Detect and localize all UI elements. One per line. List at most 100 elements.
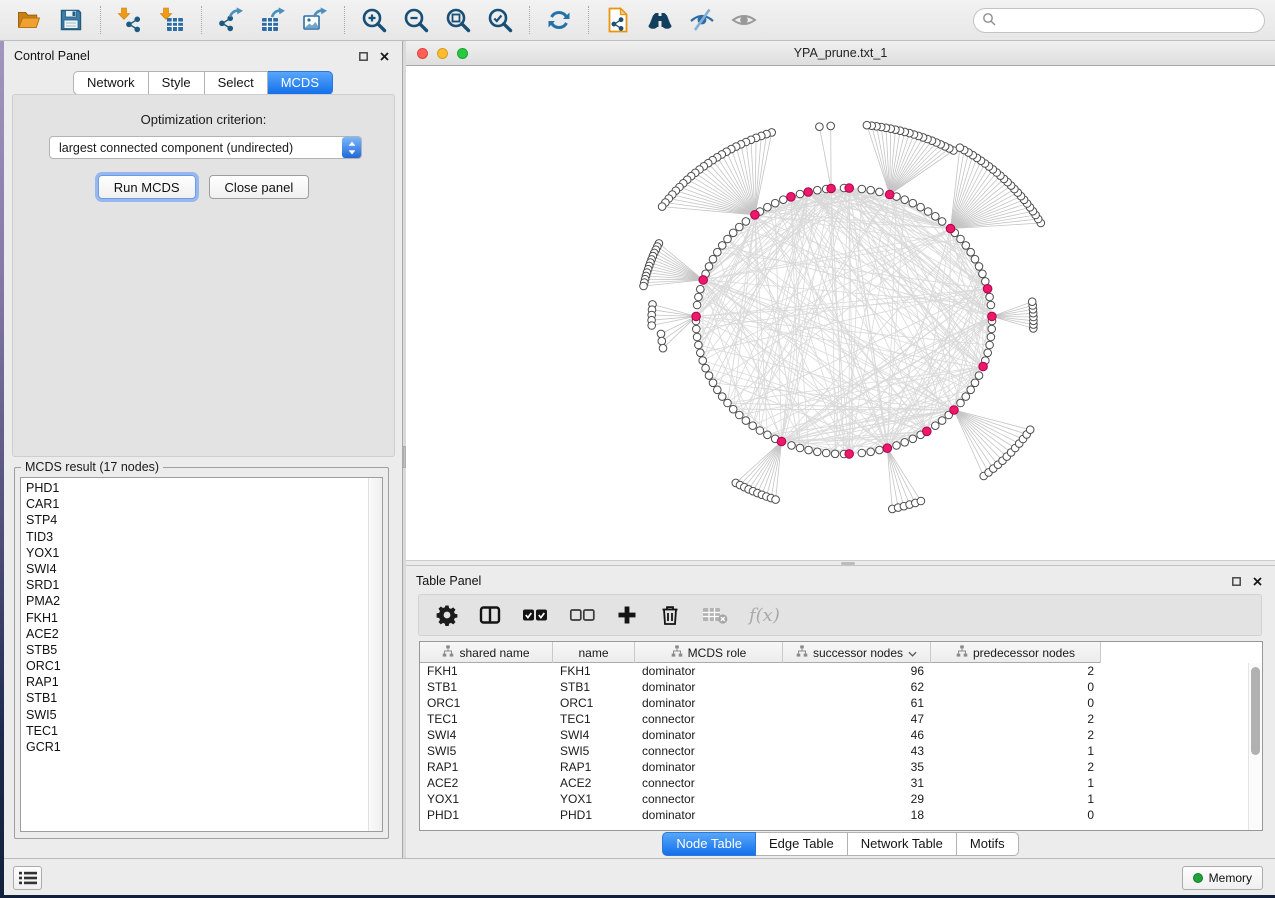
search-input[interactable] — [1002, 14, 1264, 28]
cell-shared_name[interactable]: TEC1 — [420, 711, 553, 727]
cell-predecessors[interactable]: 1 — [931, 775, 1101, 791]
cell-shared_name[interactable]: ACE2 — [420, 775, 553, 791]
cell-predecessors[interactable]: 1 — [931, 791, 1101, 807]
cell-predecessors[interactable]: 0 — [931, 695, 1101, 711]
cell-name[interactable]: FKH1 — [553, 663, 635, 679]
cell-role[interactable]: dominator — [635, 679, 783, 695]
memory-button[interactable]: Memory — [1182, 866, 1263, 890]
clear-selection-icon[interactable] — [569, 602, 595, 628]
mcds-result-item[interactable]: GCR1 — [21, 739, 367, 755]
tab-motifs[interactable]: Motifs — [957, 832, 1019, 856]
mcds-result-item[interactable]: SWI4 — [21, 561, 367, 577]
tab-mcds[interactable]: MCDS — [268, 71, 333, 95]
network-graph[interactable] — [406, 66, 1275, 560]
cell-role[interactable]: dominator — [635, 695, 783, 711]
network-canvas[interactable] — [406, 66, 1275, 560]
cell-name[interactable]: SWI4 — [553, 727, 635, 743]
mcds-result-item[interactable]: PMA2 — [21, 593, 367, 609]
cell-role[interactable]: connector — [635, 775, 783, 791]
task-history-button[interactable] — [13, 866, 42, 890]
mcds-result-item[interactable]: STB1 — [21, 690, 367, 706]
import-network-icon[interactable] — [115, 5, 145, 35]
horizontal-splitter-handle[interactable] — [841, 562, 855, 565]
cell-shared_name[interactable]: FKH1 — [420, 663, 553, 679]
cell-role[interactable]: connector — [635, 711, 783, 727]
cell-name[interactable]: ACE2 — [553, 775, 635, 791]
tab-style[interactable]: Style — [149, 71, 205, 95]
cell-predecessors[interactable]: 1 — [931, 743, 1101, 759]
export-network-icon[interactable] — [216, 5, 246, 35]
table-row[interactable]: ACE2ACE2connector311 — [420, 775, 1248, 791]
table-row[interactable]: FKH1FKH1dominator962 — [420, 663, 1248, 679]
cell-name[interactable]: STB1 — [553, 679, 635, 695]
tab-network[interactable]: Network — [73, 71, 149, 95]
cell-shared_name[interactable]: STB1 — [420, 679, 553, 695]
table-row[interactable]: YOX1YOX1connector291 — [420, 791, 1248, 807]
cell-name[interactable]: YOX1 — [553, 791, 635, 807]
criterion-select[interactable]: largest connected component (undirected) — [49, 136, 362, 159]
clone-network-icon[interactable] — [603, 5, 633, 35]
column-header-shared-name[interactable]: shared name — [420, 642, 553, 663]
mcds-result-item[interactable]: TEC1 — [21, 723, 367, 739]
cell-successors[interactable]: 31 — [783, 775, 931, 791]
cell-name[interactable]: RAP1 — [553, 759, 635, 775]
table-row[interactable]: STB1STB1dominator620 — [420, 679, 1248, 695]
table-close-panel-icon[interactable] — [1253, 575, 1262, 589]
cell-name[interactable]: ORC1 — [553, 695, 635, 711]
refresh-icon[interactable] — [544, 5, 574, 35]
cell-successors[interactable]: 96 — [783, 663, 931, 679]
cell-shared_name[interactable]: SWI5 — [420, 743, 553, 759]
table-float-panel-icon[interactable] — [1232, 575, 1241, 589]
cell-successors[interactable]: 47 — [783, 711, 931, 727]
cell-role[interactable]: dominator — [635, 807, 783, 823]
cell-role[interactable]: connector — [635, 743, 783, 759]
add-icon[interactable] — [616, 602, 638, 628]
cell-predecessors[interactable]: 2 — [931, 711, 1101, 727]
search-network-icon[interactable] — [645, 5, 675, 35]
import-table-icon[interactable] — [157, 5, 187, 35]
column-header-successor-nodes[interactable]: successor nodes — [783, 642, 931, 663]
table-row[interactable]: ORC1ORC1dominator610 — [420, 695, 1248, 711]
cell-successors[interactable]: 35 — [783, 759, 931, 775]
mcds-result-item[interactable]: RAP1 — [21, 674, 367, 690]
run-mcds-button[interactable]: Run MCDS — [98, 175, 196, 199]
float-panel-icon[interactable] — [359, 50, 368, 64]
column-header-predecessor-nodes[interactable]: predecessor nodes — [931, 642, 1101, 663]
table-row[interactable]: RAP1RAP1dominator352 — [420, 759, 1248, 775]
cell-successors[interactable]: 18 — [783, 807, 931, 823]
cell-shared_name[interactable]: RAP1 — [420, 759, 553, 775]
zoom-out-icon[interactable] — [401, 5, 431, 35]
zoom-selected-icon[interactable] — [485, 5, 515, 35]
mcds-result-item[interactable]: PHD1 — [21, 480, 367, 496]
export-table-icon[interactable] — [258, 5, 288, 35]
cell-shared_name[interactable]: ORC1 — [420, 695, 553, 711]
close-panel-button[interactable]: Close panel — [209, 175, 310, 199]
cell-role[interactable]: connector — [635, 791, 783, 807]
search-box[interactable] — [973, 8, 1265, 33]
cell-successors[interactable]: 46 — [783, 727, 931, 743]
mcds-result-item[interactable]: ORC1 — [21, 658, 367, 674]
tab-select[interactable]: Select — [205, 71, 268, 95]
cell-role[interactable]: dominator — [635, 663, 783, 679]
table-row[interactable]: SWI4SWI4dominator462 — [420, 727, 1248, 743]
column-header-name[interactable]: name — [553, 642, 635, 663]
table-row[interactable]: PHD1PHD1dominator180 — [420, 807, 1248, 823]
mcds-result-item[interactable]: CAR1 — [21, 496, 367, 512]
cell-shared_name[interactable]: PHD1 — [420, 807, 553, 823]
cell-shared_name[interactable]: YOX1 — [420, 791, 553, 807]
cell-predecessors[interactable]: 0 — [931, 807, 1101, 823]
zoom-in-icon[interactable] — [359, 5, 389, 35]
export-image-icon[interactable] — [300, 5, 330, 35]
table-scrollbar-thumb[interactable] — [1251, 667, 1260, 755]
mcds-result-item[interactable]: SWI5 — [21, 707, 367, 723]
cell-predecessors[interactable]: 0 — [931, 679, 1101, 695]
tab-edge-table[interactable]: Edge Table — [756, 832, 848, 856]
open-file-icon[interactable] — [14, 5, 44, 35]
toggle-columns-icon[interactable] — [479, 602, 501, 628]
table-settings-icon[interactable] — [436, 602, 458, 628]
mcds-result-item[interactable]: TID3 — [21, 529, 367, 545]
tab-node-table[interactable]: Node Table — [662, 832, 756, 856]
cell-shared_name[interactable]: SWI4 — [420, 727, 553, 743]
cell-role[interactable]: dominator — [635, 759, 783, 775]
table-scrollbar[interactable] — [1248, 663, 1262, 830]
